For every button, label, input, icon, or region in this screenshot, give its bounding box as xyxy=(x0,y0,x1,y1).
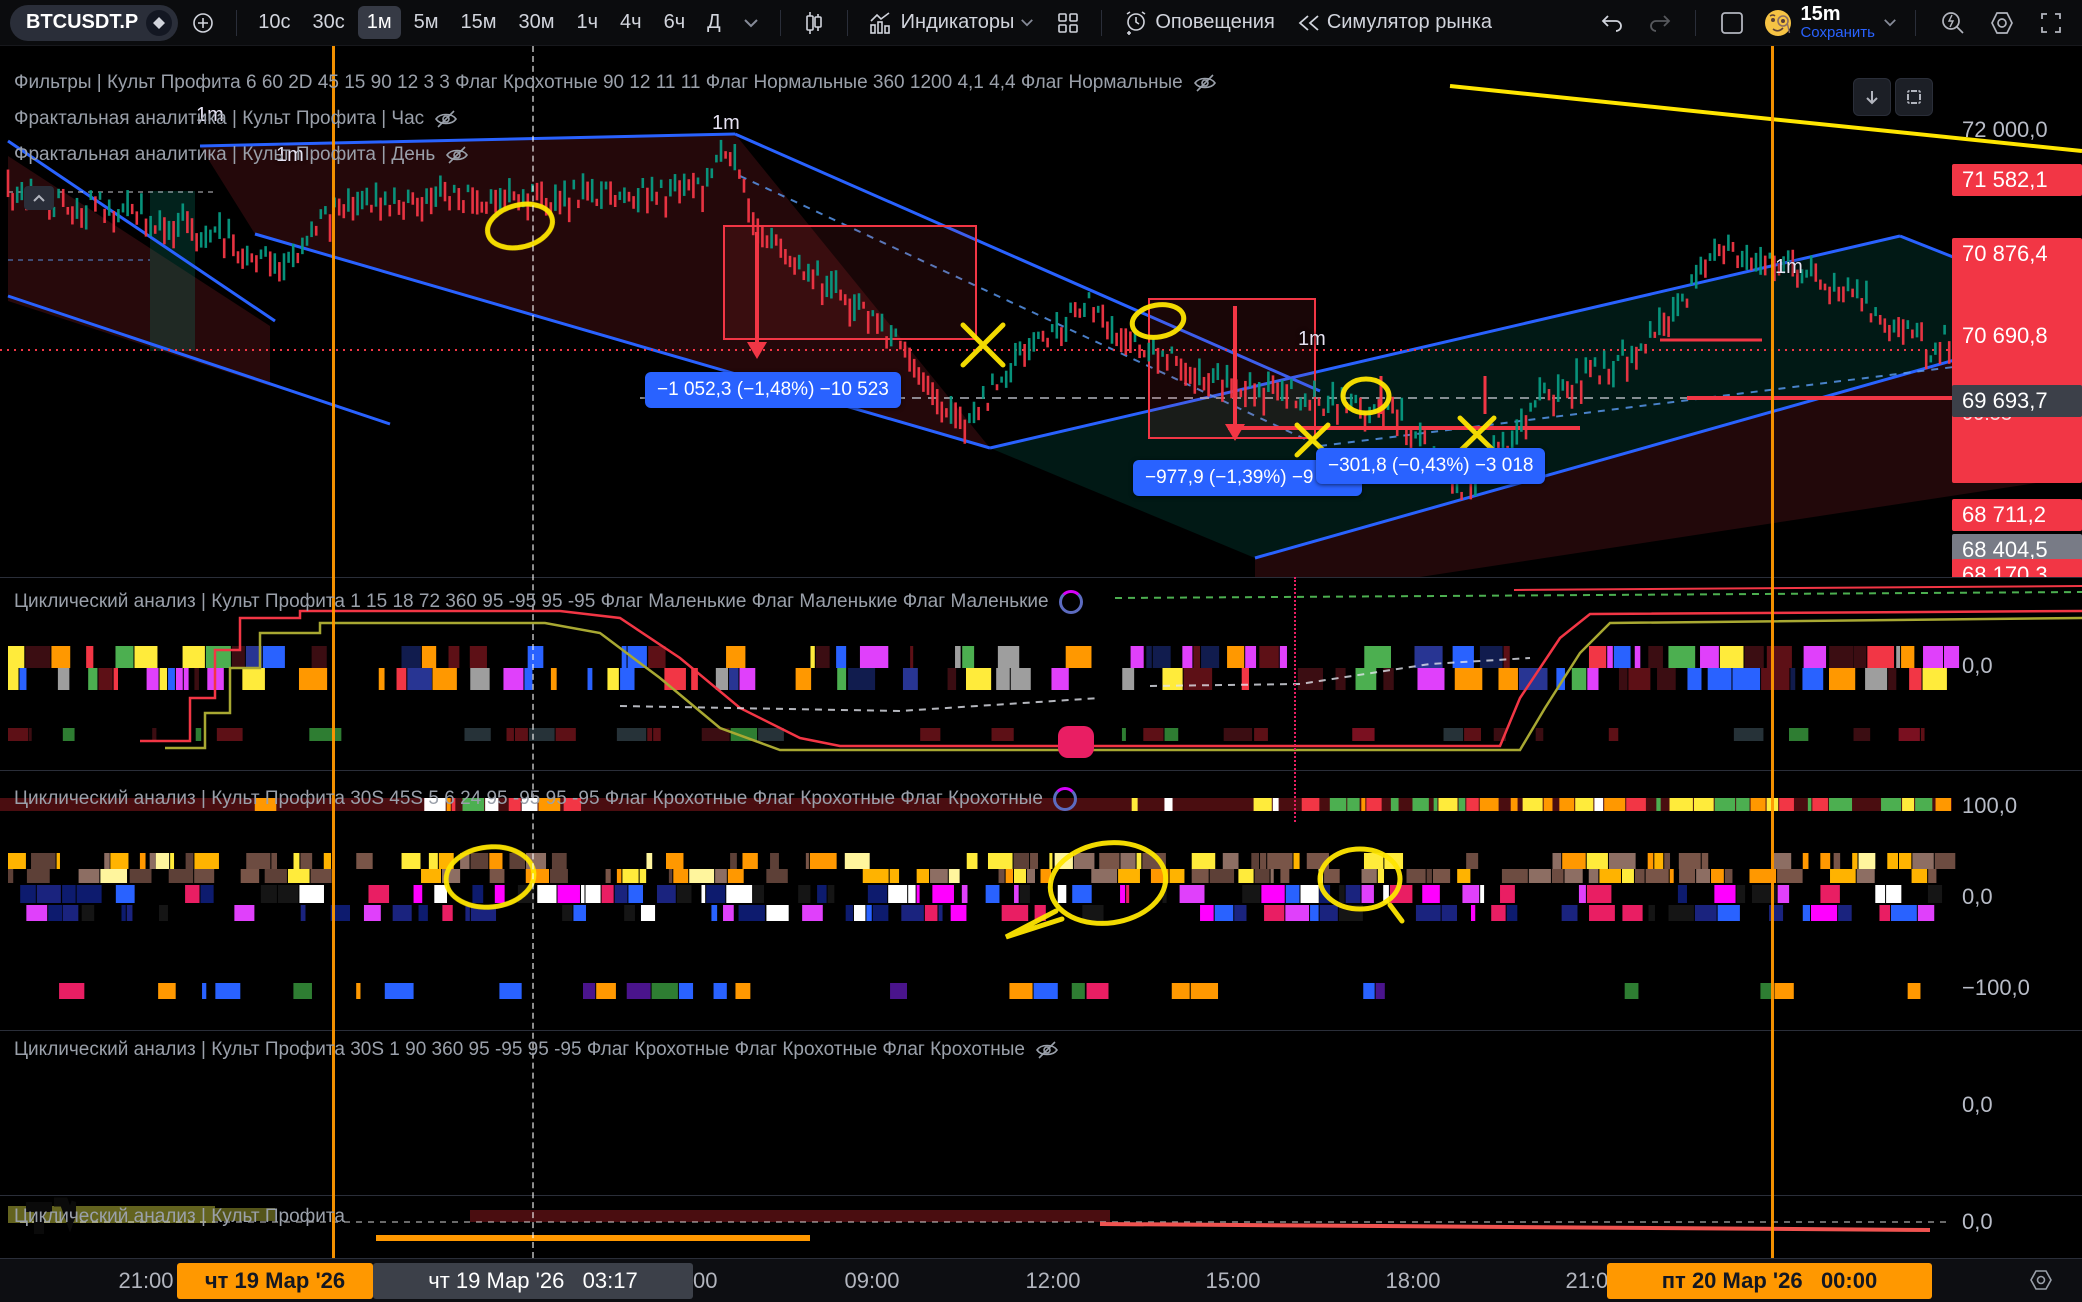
price-axis-label: 72 000,0 xyxy=(1952,114,2082,146)
axis-settings-gear-icon[interactable] xyxy=(2028,1267,2054,1298)
magenta-marker-line xyxy=(1294,577,1296,822)
interval-marker: 1m xyxy=(712,112,740,135)
separator xyxy=(1695,10,1696,36)
time-tick: 15:00 xyxy=(1193,1268,1273,1294)
chart-style-candles-icon[interactable] xyxy=(793,5,835,41)
time-tick: 12:00 xyxy=(1013,1268,1093,1294)
tf-6h[interactable]: 6ч xyxy=(655,6,695,39)
tf-1h[interactable]: 1ч xyxy=(567,6,607,39)
compare-add-icon[interactable] xyxy=(182,6,224,40)
separator xyxy=(236,10,237,36)
interval-marker: 1m xyxy=(1298,328,1326,351)
time-tick: 09:00 xyxy=(832,1268,912,1294)
monocle-emoji xyxy=(1764,9,1792,37)
settings-gear-icon[interactable] xyxy=(1980,5,2024,41)
price-level-badge: 69 693,7 xyxy=(1952,385,2082,417)
separator xyxy=(780,10,781,36)
indicators-chevron-down-icon xyxy=(1020,18,1034,27)
panel-4-title[interactable]: Циклический анализ | Культ Профита xyxy=(14,1206,345,1228)
eye-hidden-icon[interactable] xyxy=(1193,72,1217,94)
tf-1d[interactable]: Д xyxy=(698,6,730,39)
legend-fractal-day[interactable]: Фрактальная аналитика | Культ Профита | … xyxy=(14,144,469,166)
diamond-icon xyxy=(146,10,172,36)
tf-4h[interactable]: 4ч xyxy=(611,6,651,39)
panel-axis-value: 0,0 xyxy=(1962,1209,1993,1235)
last-price-badge: 70 690,8 00:53 xyxy=(1952,266,2082,483)
crosshair-vertical-line xyxy=(532,46,534,1258)
session-break-line xyxy=(1771,46,1774,1258)
redo-icon[interactable] xyxy=(1639,8,1681,38)
rewind-icon xyxy=(1297,13,1321,33)
maximize-pane-button[interactable] xyxy=(1895,78,1933,116)
alerts-button[interactable]: Оповещения xyxy=(1114,5,1283,41)
timeframe-chevron-down-icon[interactable] xyxy=(734,13,768,33)
layout-select-icon[interactable] xyxy=(1710,5,1754,41)
time-axis[interactable]: 21:00 06:00 09:00 12:00 15:00 18:00 21:0… xyxy=(0,1258,2082,1302)
save-chevron-down-icon xyxy=(1883,18,1897,27)
symbol-button[interactable]: BTCUSDT.P xyxy=(10,5,178,41)
market-simulator-button[interactable]: Симулятор рынка xyxy=(1288,6,1501,39)
panel-2-title[interactable]: Циклический анализ | Культ Профита 30S 4… xyxy=(14,787,1077,811)
fullscreen-icon[interactable] xyxy=(2030,6,2072,40)
alert-clock-plus-icon xyxy=(1123,10,1149,36)
oscillator-pane-2[interactable]: Циклический анализ | Культ Профита 30S 4… xyxy=(0,770,2082,1030)
tf-10s[interactable]: 10с xyxy=(249,6,299,39)
time-tick: 21:00 xyxy=(106,1268,186,1294)
panel-1-title[interactable]: Циклический анализ | Культ Профита 1 15 … xyxy=(14,590,1083,614)
undo-icon[interactable] xyxy=(1591,8,1633,38)
tf-30m[interactable]: 30м xyxy=(509,6,563,39)
separator xyxy=(847,10,848,36)
eye-hidden-icon[interactable] xyxy=(445,144,469,166)
measure-badge: −301,8 (−0,43%) −3 018 xyxy=(1316,448,1545,484)
tf-1m[interactable]: 1м xyxy=(358,6,401,39)
panel-axis-value: 0,0 xyxy=(1962,884,1993,910)
panel-axis-value: 0,0 xyxy=(1962,1092,1993,1118)
top-toolbar: BTCUSDT.P 10с 30с 1м 5м 15м 30м 1ч 4ч 6ч… xyxy=(0,0,2082,46)
indicators-button[interactable]: Индикаторы xyxy=(860,6,1044,40)
oscillator-pane-3[interactable]: Циклический анализ | Культ Профита 30S 1… xyxy=(0,1030,2082,1195)
oscillator-pane-1[interactable]: Циклический анализ | Культ Профита 1 15 … xyxy=(0,577,2082,770)
interval-marker: 1m xyxy=(1775,256,1803,279)
session-break-line xyxy=(332,46,335,1258)
tf-5m[interactable]: 5м xyxy=(405,6,448,39)
tf-30s[interactable]: 30с xyxy=(303,6,353,39)
time-tick: 18:00 xyxy=(1373,1268,1453,1294)
panel-axis-value: 100,0 xyxy=(1962,793,2017,819)
loading-icon xyxy=(1059,590,1083,614)
interval-badge: 15m xyxy=(1800,4,1875,25)
scroll-down-button[interactable] xyxy=(1853,78,1891,116)
symbol-label: BTCUSDT.P xyxy=(26,11,138,34)
price-level-badge: 68 170,3 xyxy=(1952,559,2082,577)
tradingview-app: BTCUSDT.P 10с 30с 1м 5м 15м 30м 1ч 4ч 6ч… xyxy=(0,0,2082,1302)
price-level-badge: 71 582,1 xyxy=(1952,164,2082,196)
panel-axis-value: −100,0 xyxy=(1962,975,2030,1001)
save-label: Сохранить xyxy=(1800,25,1875,41)
panel-3-title[interactable]: Циклический анализ | Культ Профита 30S 1… xyxy=(14,1039,1059,1061)
tf-15m[interactable]: 15м xyxy=(451,6,505,39)
eye-hidden-icon[interactable] xyxy=(434,108,458,130)
date-badge: пт 20 Мар '26 00:00 xyxy=(1607,1263,1932,1299)
separator xyxy=(1101,10,1102,36)
legend-filters[interactable]: Фильтры | Культ Профита 6 60 2D 45 15 90… xyxy=(14,72,1217,94)
panel-axis-value: 0,0 xyxy=(1962,653,1993,679)
measure-badge: −1 052,3 (−1,48%) −10 523 xyxy=(645,372,901,408)
price-level-badge: 68 711,2 xyxy=(1952,499,2082,531)
legend-fractal-hour[interactable]: Фрактальная аналитика | Культ Профита | … xyxy=(14,108,458,130)
oscillator-pane-4[interactable]: Циклический анализ | Культ Профита 0,0 xyxy=(0,1195,2082,1258)
indicator-templates-icon[interactable] xyxy=(1047,6,1089,40)
indicators-icon xyxy=(869,11,895,35)
date-badge: чт 19 Мар '26 xyxy=(177,1263,373,1299)
eye-hidden-icon[interactable] xyxy=(1035,1039,1059,1061)
loading-icon xyxy=(1053,787,1077,811)
quick-search-icon[interactable] xyxy=(1930,5,1974,41)
crosshair-time-badge: чт 19 Мар '26 03:17 xyxy=(373,1263,693,1299)
save-layout-button[interactable]: 15m Сохранить xyxy=(1760,4,1901,41)
main-chart-pane[interactable]: Фильтры | Культ Профита 6 60 2D 45 15 90… xyxy=(0,46,2082,577)
collapse-legend-button[interactable] xyxy=(24,186,54,210)
separator xyxy=(1915,10,1916,36)
